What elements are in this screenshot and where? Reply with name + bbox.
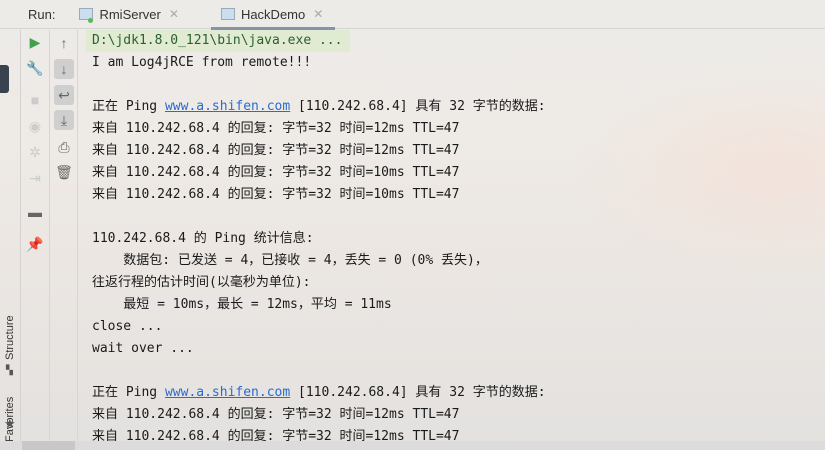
debug-icon[interactable]: ✲	[25, 142, 45, 162]
console-line: 正在 Ping www.a.shifen.com [110.242.68.4] …	[92, 382, 546, 404]
console-text: [110.242.68.4] 具有 32 字节的数据:	[290, 385, 546, 400]
login-icon[interactable]: ⇥	[25, 168, 45, 188]
print-icon[interactable]: ⎙	[54, 137, 74, 157]
wrench-icon[interactable]: 🔧	[25, 58, 45, 78]
console-line: close ...	[92, 319, 163, 334]
console-line: 来自 110.242.68.4 的回复: 字节=32 时间=12ms TTL=4…	[92, 121, 460, 136]
console-text: [110.242.68.4] 具有 32 字节的数据:	[290, 99, 546, 114]
console-line: 正在 Ping www.a.shifen.com [110.242.68.4] …	[92, 96, 546, 118]
console-line: 往返行程的估计时间(以毫秒为单位):	[92, 275, 311, 290]
close-icon[interactable]: ✕	[313, 7, 323, 21]
console-line: 数据包: 已发送 = 4，已接收 = 4，丢失 = 0 (0% 丢失)，	[92, 253, 488, 268]
console-output[interactable]: D:\jdk1.8.0_121\bin\java.exe ... I am Lo…	[86, 30, 546, 448]
host-link[interactable]: www.a.shifen.com	[165, 99, 290, 114]
console-text: 正在 Ping	[92, 99, 165, 114]
tab-hackdemo[interactable]: HackDemo ✕	[210, 0, 336, 30]
console-line: 110.242.68.4 的 Ping 统计信息:	[92, 231, 314, 246]
horizontal-scrollbar[interactable]	[0, 441, 825, 450]
memory-indicator	[0, 65, 9, 93]
structure-icon: ▚	[6, 365, 13, 375]
structure-tab[interactable]: Structure	[4, 315, 16, 360]
console-line: I am Log4jRCE from remote!!!	[92, 55, 312, 70]
camera-icon[interactable]: ◉	[25, 116, 45, 136]
console-line: 来自 110.242.68.4 的回复: 字节=32 时间=12ms TTL=4…	[92, 407, 460, 422]
tab-label: HackDemo	[240, 6, 306, 22]
down-arrow-icon[interactable]: ↓	[54, 59, 74, 79]
console-line: 来自 110.242.68.4 的回复: 字节=32 时间=12ms TTL=4…	[92, 143, 460, 158]
pin-icon[interactable]: 📌	[25, 234, 45, 254]
stop-icon[interactable]: ■	[25, 90, 45, 110]
soft-wrap-icon[interactable]: ↩	[54, 85, 74, 105]
run-tab-bar: Run: RmiServer ✕ HackDemo ✕	[0, 0, 825, 30]
scroll-to-end-icon[interactable]: ⤓	[54, 110, 74, 130]
console-line: wait over ...	[92, 341, 194, 356]
console-toolbar: ↑ ↓ ↩ ⤓ ⎙ 🗑	[51, 30, 78, 450]
run-label: Run:	[28, 6, 56, 22]
rerun-icon[interactable]: ▶	[25, 32, 45, 52]
up-arrow-icon[interactable]: ↑	[54, 33, 74, 53]
console-line: 来自 110.242.68.4 的回复: 字节=32 时间=10ms TTL=4…	[92, 187, 460, 202]
console-line: 来自 110.242.68.4 的回复: 字节=32 时间=10ms TTL=4…	[92, 165, 460, 180]
tab-label: RmiServer	[99, 6, 161, 22]
left-tool-strip: Structure ▚ Favorites ★	[0, 30, 21, 450]
console-icon	[220, 8, 235, 20]
console-line: 最短 = 10ms，最长 = 12ms，平均 = 11ms	[92, 297, 392, 312]
command-line: D:\jdk1.8.0_121\bin\java.exe ...	[86, 30, 350, 52]
layout-icon[interactable]: ▬	[25, 202, 45, 222]
close-icon[interactable]: ✕	[169, 7, 179, 21]
run-toolbar: ▶ 🔧 ■ ◉ ✲ ⇥ ▬ 📌	[22, 30, 50, 450]
background-glow	[565, 60, 825, 280]
host-link[interactable]: www.a.shifen.com	[165, 385, 290, 400]
console-icon	[79, 8, 94, 23]
console-text: 正在 Ping	[92, 385, 165, 400]
tab-rmiserver[interactable]: RmiServer ✕	[79, 0, 188, 29]
trash-icon[interactable]: 🗑	[54, 162, 74, 182]
star-icon[interactable]: ★	[4, 416, 16, 432]
